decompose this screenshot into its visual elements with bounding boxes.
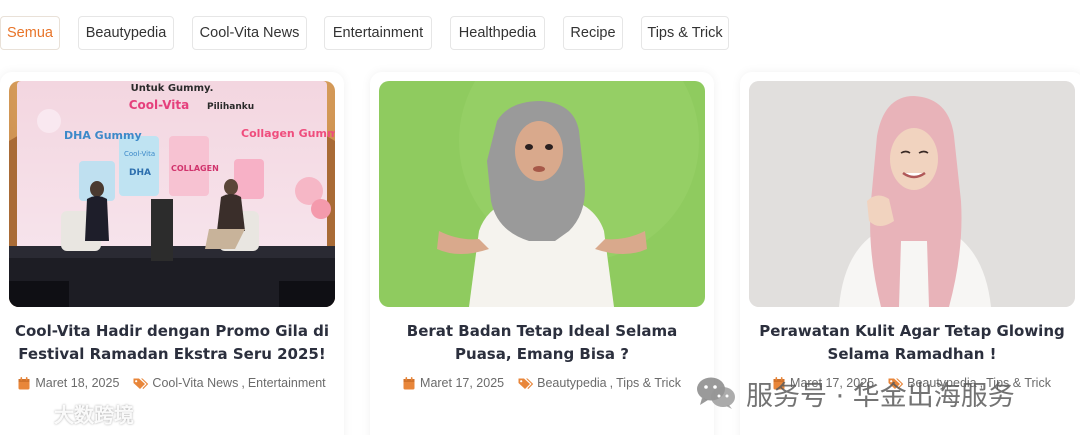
tab-healthpedia[interactable]: Healthpedia	[450, 16, 545, 50]
watermark-right: 服务号 · 华金出海服务	[696, 372, 1015, 414]
watermark-right-text: 服务号 · 华金出海服务	[746, 380, 1015, 412]
watermark-left: 大数跨境	[10, 398, 134, 428]
post-meta: Maret 18, 2025 Cool-Vita News, Entertain…	[0, 376, 344, 390]
post-date-text: Maret 18, 2025	[35, 376, 120, 390]
category-link[interactable]: Entertainment	[248, 376, 326, 390]
banner-brand: Cool-Vita	[129, 98, 190, 112]
category-link[interactable]: Beautypedia	[537, 376, 607, 390]
watermark-left-text: 大数跨境	[54, 402, 134, 427]
post-date: Maret 18, 2025	[18, 376, 119, 390]
post-thumbnail-woman-pink-hijab[interactable]	[749, 81, 1075, 307]
calendar-icon	[18, 376, 30, 389]
banner-line1: Untuk Gummy.	[131, 83, 214, 94]
category-link[interactable]: Tips & Trick	[616, 376, 681, 390]
calendar-icon	[403, 376, 415, 389]
tab-beautypedia[interactable]: Beautypedia	[78, 16, 174, 50]
tab-semua[interactable]: Semua	[0, 16, 60, 50]
post-meta: Maret 17, 2025 Beautypedia, Tips & Trick	[370, 376, 714, 390]
post-card[interactable]: Berat Badan Tetap Ideal Selama Puasa, Em…	[370, 72, 714, 435]
post-thumbnail-woman-hijab-green[interactable]	[379, 81, 705, 307]
category-separator: ,	[609, 376, 614, 390]
banner-left-product: DHA Gummy	[64, 129, 142, 142]
tab-cool-vita-news[interactable]: Cool-Vita News	[192, 16, 307, 50]
tag-icon	[518, 378, 534, 389]
category-link[interactable]: Cool-Vita News	[152, 376, 238, 390]
post-title[interactable]: Cool-Vita Hadir dengan Promo Gila di Fes…	[12, 320, 332, 366]
pack-label: DHA	[129, 168, 151, 178]
post-date: Maret 17, 2025	[403, 376, 504, 390]
category-filter-tabs: Semua Beautypedia Cool-Vita News Enterta…	[0, 16, 1080, 50]
category-separator: ,	[241, 376, 245, 390]
banner-right-product: Collagen Gummy	[241, 127, 335, 140]
pack-label: COLLAGEN	[171, 164, 219, 173]
tag-icon	[133, 378, 149, 389]
wechat-logo-icon	[697, 377, 735, 409]
post-categories: Beautypedia, Tips & Trick	[518, 376, 681, 390]
pack-label: Cool-Vita	[124, 150, 155, 158]
banner-brand-suffix: Pilihanku	[207, 102, 254, 112]
weibo-like-logo-icon	[11, 402, 50, 424]
post-thumbnail-event-stage[interactable]: Untuk Gummy. Cool-Vita Pilihanku DHA Gum…	[9, 81, 335, 307]
tab-recipe[interactable]: Recipe	[563, 16, 623, 50]
post-title[interactable]: Berat Badan Tetap Ideal Selama Puasa, Em…	[382, 320, 702, 366]
tab-entertainment[interactable]: Entertainment	[324, 16, 432, 50]
post-categories: Cool-Vita News, Entertainment	[133, 376, 326, 390]
post-title[interactable]: Perawatan Kulit Agar Tetap Glowing Selam…	[752, 320, 1072, 366]
post-card[interactable]: Untuk Gummy. Cool-Vita Pilihanku DHA Gum…	[0, 72, 344, 435]
post-date-text: Maret 17, 2025	[420, 376, 505, 390]
tab-tips-trick[interactable]: Tips & Trick	[641, 16, 729, 50]
